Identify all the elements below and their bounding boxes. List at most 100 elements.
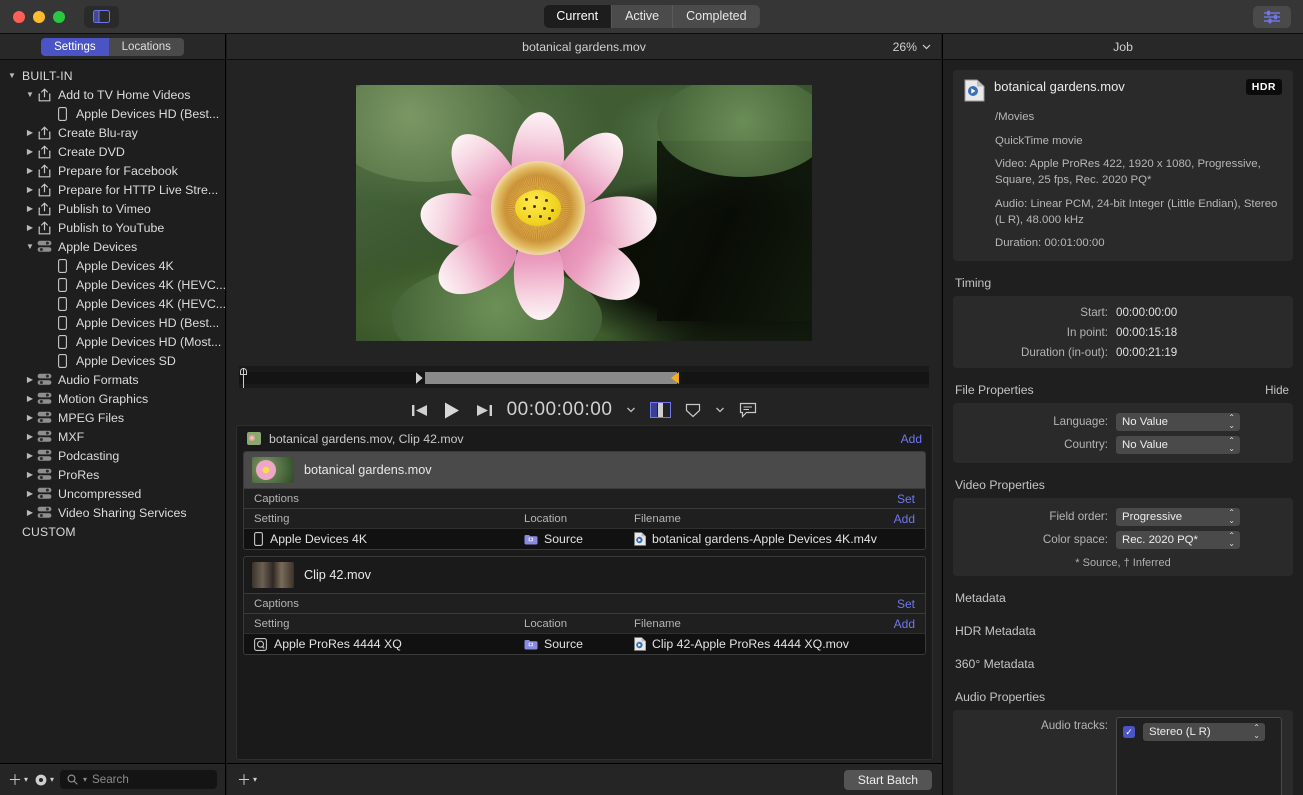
language-popup[interactable]: No Value ⌃ ⌄ [1116, 412, 1240, 431]
twisty-right-icon[interactable]: ▶ [24, 204, 36, 213]
twisty-right-icon[interactable]: ▶ [24, 223, 36, 232]
audio-tracks-list[interactable]: ✓ Stereo (L R) ⌃ ⌄ [1116, 717, 1282, 795]
job-item[interactable]: botanical gardens.mov Captions Set Setting L… [243, 451, 926, 550]
tree-item[interactable]: ▶ Prepare for Facebook [0, 161, 225, 180]
tree-item[interactable]: ▼ Add to TV Home Videos [0, 85, 225, 104]
tree-item[interactable]: ▪ Apple Devices HD (Most... [0, 332, 225, 351]
tab-completed[interactable]: Completed [673, 5, 759, 28]
twisty-right-icon[interactable]: ▶ [24, 413, 36, 422]
twisty-down-icon[interactable]: ▼ [24, 242, 36, 251]
current-timecode[interactable]: 00:00:00:00 [507, 399, 613, 421]
scrubber[interactable] [239, 366, 929, 388]
job-title-row[interactable]: Clip 42.mov [244, 557, 925, 593]
tree-item[interactable]: ▶ ProRes [0, 465, 225, 484]
add-setting-button[interactable]: ＋ ▾ [8, 770, 28, 790]
caption-icon[interactable] [739, 402, 757, 418]
video-preview[interactable] [356, 85, 812, 341]
tree-item[interactable]: ▪ Apple Devices 4K (HEVC... [0, 294, 226, 313]
twisty-right-icon[interactable]: ▶ [24, 166, 36, 175]
timecode-chevron-down-icon[interactable] [626, 407, 636, 413]
minimize-button[interactable] [33, 10, 45, 23]
setting-add-link[interactable]: Add [894, 617, 915, 631]
skip-back-icon[interactable] [411, 403, 429, 418]
tree-item[interactable]: ▶ Prepare for HTTP Live Stre... [0, 180, 225, 199]
skip-forward-icon[interactable] [475, 403, 493, 418]
twisty-right-icon[interactable]: ▶ [24, 394, 36, 403]
tree-item[interactable]: ▶ Audio Formats [0, 370, 225, 389]
captions-set-link[interactable]: Set [897, 492, 915, 506]
setting-row[interactable]: Apple ProRes 4444 XQ Source Clip 42-Apple … [244, 633, 925, 654]
twisty-down-icon[interactable]: ▼ [24, 90, 36, 99]
setting-add-link[interactable]: Add [894, 512, 915, 526]
inspector-toggle-button[interactable] [1253, 5, 1291, 28]
country-popup[interactable]: No Value ⌃ ⌄ [1116, 435, 1240, 454]
job-title-row[interactable]: botanical gardens.mov [244, 452, 925, 488]
twisty-spacer: ▪ [42, 299, 54, 308]
tree-group-custom[interactable]: ▪ CUSTOM [0, 522, 225, 541]
job-item[interactable]: Clip 42.mov Captions Set Setting Location Fil… [243, 556, 926, 655]
field-order-popup[interactable]: Progressive ⌃ ⌄ [1116, 507, 1240, 526]
tree-item[interactable]: ▪ Apple Devices 4K [0, 256, 225, 275]
view-tabs[interactable]: Current Active Completed [543, 5, 760, 28]
play-icon[interactable] [443, 401, 461, 420]
tree-item[interactable]: ▪ Apple Devices HD (Best... [0, 313, 225, 332]
color-space-popup[interactable]: Rec. 2020 PQ* ⌃ ⌄ [1116, 530, 1240, 549]
twisty-right-icon[interactable]: ▶ [24, 508, 36, 517]
hdr-metadata-section-title[interactable]: HDR Metadata [955, 624, 1293, 638]
settings-locations-segment[interactable]: Settings Locations [41, 37, 184, 56]
segment-settings[interactable]: Settings [41, 37, 109, 56]
batch-add-link[interactable]: Add [901, 432, 922, 446]
tree-item[interactable]: ▶ Publish to Vimeo [0, 199, 225, 218]
tree-item-label: Motion Graphics [58, 391, 149, 406]
twisty-spacer: ▪ [42, 337, 54, 346]
tree-item[interactable]: ▶ Create Blu-ray [0, 123, 225, 142]
metadata-360-section-title[interactable]: 360° Metadata [955, 657, 1293, 671]
settings-column-headers: Setting Location Filename Add [244, 613, 925, 633]
tree-item[interactable]: ▶ MPEG Files [0, 408, 225, 427]
start-batch-button[interactable]: Start Batch [843, 769, 932, 790]
tree-item[interactable]: ▶ Video Sharing Services [0, 503, 225, 522]
split-view-icon[interactable] [650, 402, 672, 418]
setting-row[interactable]: Apple Devices 4K Source botanical gardens-… [244, 528, 925, 549]
twisty-right-icon[interactable]: ▶ [24, 185, 36, 194]
tree-item[interactable]: ▪ Apple Devices HD (Best... [0, 104, 225, 123]
add-job-button[interactable]: ＋ ▾ [237, 770, 257, 790]
twisty-right-icon[interactable]: ▶ [24, 375, 36, 384]
tab-active[interactable]: Active [612, 5, 674, 28]
close-button[interactable] [13, 10, 25, 23]
file-properties-hide-button[interactable]: Hide [1265, 384, 1289, 397]
zoom-level-popup[interactable]: 26% [893, 40, 931, 54]
setting-name: Apple Devices 4K [270, 532, 368, 546]
twisty-right-icon[interactable]: ▶ [24, 147, 36, 156]
sidebar-toggle-button[interactable] [84, 5, 119, 28]
tree-item[interactable]: ▶ Podcasting [0, 446, 225, 465]
twisty-right-icon[interactable]: ▶ [24, 432, 36, 441]
audio-track-popup[interactable]: Stereo (L R) ⌃ ⌄ [1143, 723, 1265, 742]
tab-current[interactable]: Current [543, 5, 613, 28]
settings-tree[interactable]: ▼ BUILT-IN ▼ Add to TV Home Videos ▪ Apple De… [0, 60, 226, 541]
search-input[interactable]: ▾ Search [60, 770, 217, 789]
playhead[interactable] [240, 368, 247, 388]
zoom-button[interactable] [53, 10, 65, 23]
marker-chevron-down-icon[interactable] [715, 407, 725, 413]
tree-item[interactable]: ▶ Create DVD [0, 142, 225, 161]
tree-item[interactable]: ▪ Apple Devices 4K (HEVC... [0, 275, 226, 294]
twisty-right-icon[interactable]: ▶ [24, 470, 36, 479]
audio-track-checkbox[interactable]: ✓ [1123, 726, 1135, 739]
tree-item[interactable]: ▼ Apple Devices [0, 237, 225, 256]
tree-item[interactable]: ▶ MXF [0, 427, 225, 446]
metadata-section-title[interactable]: Metadata [955, 591, 1293, 605]
settings-action-button[interactable]: ▾ [34, 773, 54, 787]
segment-locations[interactable]: Locations [108, 37, 184, 56]
tree-item[interactable]: ▶ Motion Graphics [0, 389, 225, 408]
captions-set-link[interactable]: Set [897, 597, 915, 611]
marker-icon[interactable] [685, 403, 701, 418]
tree-item[interactable]: ▶ Publish to YouTube [0, 218, 225, 237]
twisty-right-icon[interactable]: ▶ [24, 128, 36, 137]
twisty-right-icon[interactable]: ▶ [24, 489, 36, 498]
twisty-right-icon[interactable]: ▶ [24, 451, 36, 460]
tree-item[interactable]: ▶ Uncompressed [0, 484, 225, 503]
tree-item[interactable]: ▪ Apple Devices SD [0, 351, 225, 370]
tree-group-built-in[interactable]: ▼ BUILT-IN [0, 66, 225, 85]
twisty-down-icon[interactable]: ▼ [6, 71, 18, 80]
